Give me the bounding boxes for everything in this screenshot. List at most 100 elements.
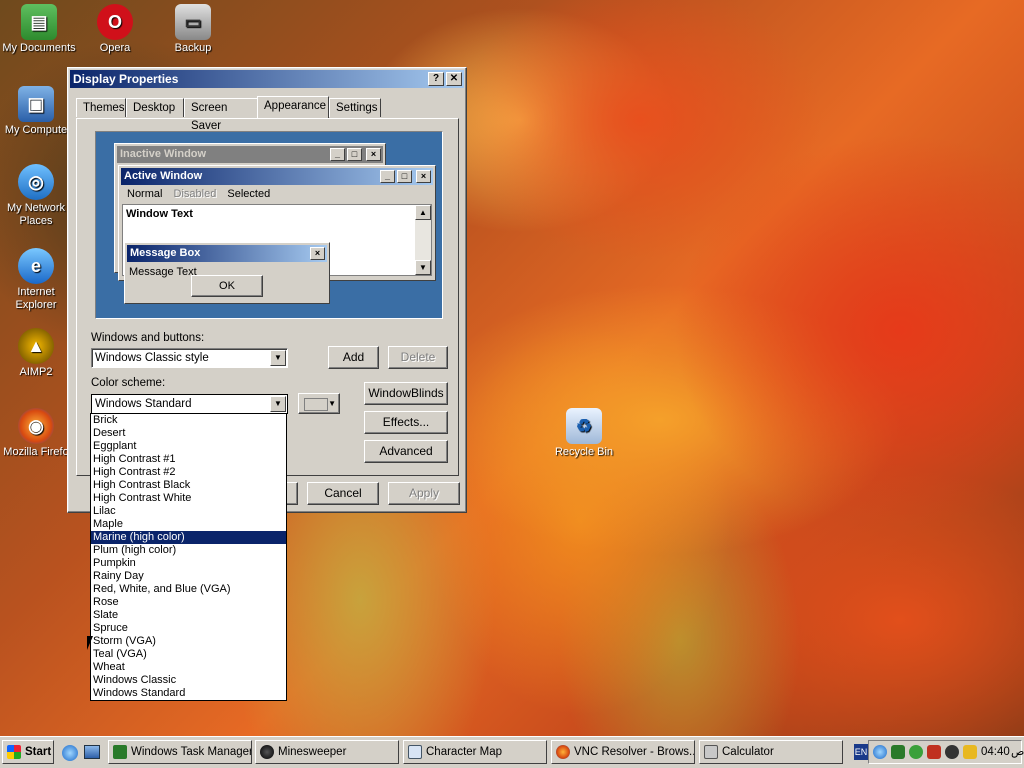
- tab-desktop[interactable]: Desktop: [126, 98, 184, 117]
- desktop-icon-network[interactable]: ◎ My Network Places: [0, 164, 75, 228]
- scheme-option[interactable]: Slate: [91, 609, 286, 622]
- close-icon: ×: [416, 170, 431, 183]
- charmap-icon: [408, 745, 422, 759]
- preview-ok-button: OK: [191, 275, 263, 297]
- language-indicator[interactable]: EN: [854, 744, 868, 760]
- scheme-option[interactable]: High Contrast #1: [91, 453, 286, 466]
- start-button[interactable]: Start: [2, 740, 54, 764]
- task-vnc-resolver[interactable]: VNC Resolver - Brows...: [551, 740, 695, 764]
- preview-msgbox-text: Message Text: [129, 266, 197, 278]
- lock-tray-icon[interactable]: [963, 745, 977, 759]
- menu-normal: Normal: [127, 188, 163, 200]
- color-scheme-select[interactable]: Windows Standard ▼: [91, 394, 288, 414]
- scheme-option[interactable]: Rose: [91, 596, 286, 609]
- aimp-tray-icon[interactable]: [945, 745, 959, 759]
- desktop-icon-my-computer[interactable]: ▣ My Compute: [0, 86, 75, 137]
- scheme-option[interactable]: Wheat: [91, 661, 286, 674]
- appearance-preview: Inactive Window _ □ × Active Window _ □ …: [95, 131, 443, 319]
- close-button[interactable]: ✕: [446, 72, 462, 86]
- clock[interactable]: 04:40: [981, 741, 1010, 763]
- maximize-icon: □: [397, 170, 412, 183]
- scheme-option[interactable]: Spruce: [91, 622, 286, 635]
- network-icon: ◎: [18, 164, 54, 200]
- delete-button[interactable]: Delete: [388, 346, 448, 369]
- preview-window-text: Window Text: [126, 208, 193, 220]
- desktop-icon-ie[interactable]: e Internet Explorer: [0, 248, 75, 312]
- quicklaunch-ie-icon[interactable]: [62, 745, 78, 761]
- scheme-option[interactable]: High Contrast Black: [91, 479, 286, 492]
- task-windows-task-manager[interactable]: Windows Task Manager: [108, 740, 252, 764]
- ok-button-partial[interactable]: [286, 482, 298, 505]
- aimp-icon: ▲: [18, 328, 54, 364]
- windows-buttons-select[interactable]: Windows Classic style ▼: [91, 348, 288, 368]
- scheme-option[interactable]: Desert: [91, 427, 286, 440]
- desktop-icon-firefox[interactable]: ◉ Mozilla Firefo: [0, 408, 75, 459]
- desktop-icon-aimp[interactable]: ▲ AIMP2: [0, 328, 75, 379]
- windowblinds-button[interactable]: WindowBlinds: [364, 382, 448, 405]
- maximize-icon: □: [347, 148, 362, 161]
- cancel-button[interactable]: Cancel: [307, 482, 379, 505]
- tray-app-icon[interactable]: [891, 745, 905, 759]
- firefox-icon: [556, 745, 570, 759]
- desktop-icon-opera[interactable]: O Opera: [76, 4, 154, 55]
- scheme-option-highlighted[interactable]: Marine (high color): [91, 531, 286, 544]
- effects-button[interactable]: Effects...: [364, 411, 448, 434]
- scheme-option[interactable]: High Contrast #2: [91, 466, 286, 479]
- opera-icon: O: [97, 4, 133, 40]
- tab-screen-saver[interactable]: Screen Saver: [184, 98, 258, 132]
- scheme-option[interactable]: Red, White, and Blue (VGA): [91, 583, 286, 596]
- tab-settings[interactable]: Settings: [329, 98, 381, 117]
- network-tray-icon[interactable]: [873, 745, 887, 759]
- task-manager-icon: [113, 745, 127, 759]
- desktop-icon-my-documents[interactable]: ▤ My Documents: [0, 4, 78, 55]
- preview-message-box: Message Box × Message Text OK: [124, 242, 330, 304]
- minesweeper-icon: [260, 745, 274, 759]
- tab-appearance[interactable]: Appearance: [257, 96, 329, 118]
- scheme-option[interactable]: Brick: [91, 414, 286, 427]
- desktop-icon-label: AIMP2: [19, 366, 53, 378]
- apply-button[interactable]: Apply: [388, 482, 460, 505]
- scheme-option[interactable]: Lilac: [91, 505, 286, 518]
- scheme-option[interactable]: Eggplant: [91, 440, 286, 453]
- scheme-option[interactable]: Pumpkin: [91, 557, 286, 570]
- task-minesweeper[interactable]: Minesweeper: [255, 740, 399, 764]
- desktop-icon-backup[interactable]: ▭ Backup: [154, 4, 232, 55]
- scheme-option[interactable]: Teal (VGA): [91, 648, 286, 661]
- folder-icon: ▤: [21, 4, 57, 40]
- scheme-option[interactable]: Maple: [91, 518, 286, 531]
- connection-tray-icon[interactable]: [909, 745, 923, 759]
- close-icon: ×: [366, 148, 381, 161]
- help-button[interactable]: ?: [428, 72, 444, 86]
- window-titlebar[interactable]: Display Properties ? ✕: [70, 70, 464, 88]
- add-button[interactable]: Add: [328, 346, 379, 369]
- window-title: Display Properties: [73, 72, 179, 86]
- task-character-map[interactable]: Character Map: [403, 740, 547, 764]
- tab-themes[interactable]: Themes: [76, 98, 126, 117]
- scheme-option[interactable]: Plum (high color): [91, 544, 286, 557]
- preview-msgbox-title: Message Box ×: [127, 245, 327, 262]
- desktop-icon-label: Internet Explorer: [15, 286, 57, 311]
- task-calculator[interactable]: Calculator: [699, 740, 843, 764]
- advanced-button[interactable]: Advanced: [364, 440, 448, 463]
- quicklaunch-desktop-icon[interactable]: [84, 745, 100, 759]
- desktop-icon-recycle-bin[interactable]: ♻ Recycle Bin: [545, 408, 623, 459]
- firefox-icon: ◉: [18, 408, 54, 444]
- preview-active-title: Active Window _ □ ×: [121, 168, 433, 185]
- scheme-option[interactable]: High Contrast White: [91, 492, 286, 505]
- chevron-down-icon[interactable]: ▼: [270, 396, 286, 412]
- recycle-bin-icon: ♻: [566, 408, 602, 444]
- desktop-icon-label: Backup: [174, 42, 212, 54]
- scheme-option[interactable]: Windows Classic: [91, 674, 286, 687]
- scheme-option[interactable]: Rainy Day: [91, 570, 286, 583]
- windows-buttons-label: Windows and buttons:: [91, 332, 205, 344]
- shield-tray-icon[interactable]: [927, 745, 941, 759]
- computer-icon: ▣: [18, 86, 54, 122]
- color-scheme-label: Color scheme:: [91, 377, 166, 389]
- chevron-down-icon[interactable]: ▼: [270, 350, 286, 366]
- color-picker-button[interactable]: ▼: [298, 393, 340, 414]
- scheme-option[interactable]: Windows Standard: [91, 687, 286, 700]
- scheme-option[interactable]: Storm (VGA): [91, 635, 286, 648]
- taskbar: Start Windows Task Manager Minesweeper C…: [0, 736, 1024, 768]
- desktop-icon-label: My Network Places: [6, 202, 66, 227]
- ie-icon: e: [18, 248, 54, 284]
